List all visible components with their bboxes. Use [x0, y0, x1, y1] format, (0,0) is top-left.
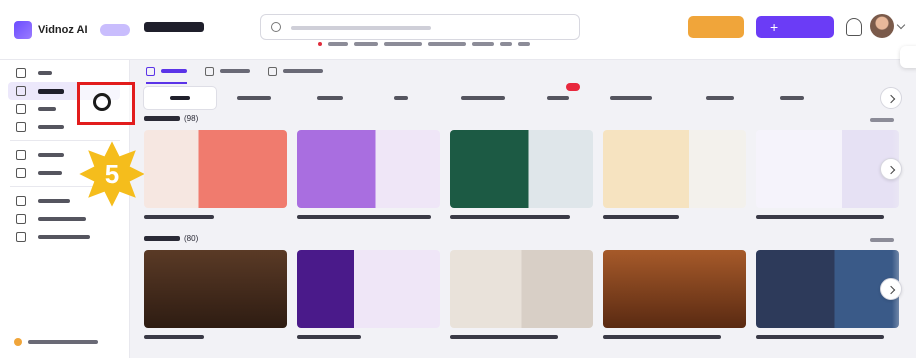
template-thumbnail[interactable] — [756, 250, 899, 328]
hint-tag[interactable] — [500, 42, 512, 46]
view-all-link[interactable] — [870, 118, 894, 122]
template-thumbnail[interactable] — [603, 130, 746, 208]
template-thumbnail[interactable] — [297, 250, 440, 328]
view-tabs — [146, 60, 323, 84]
logo-icon — [14, 21, 32, 39]
chevron-down-icon[interactable] — [896, 20, 906, 30]
image-icon — [205, 66, 214, 76]
template-thumbnail[interactable] — [450, 130, 593, 208]
tab-images[interactable] — [205, 60, 250, 82]
template-card[interactable] — [144, 250, 287, 339]
template-icon — [16, 86, 26, 96]
hint-tag[interactable] — [518, 42, 530, 46]
row-scroll-button[interactable] — [880, 158, 902, 180]
upgrade-button[interactable] — [688, 16, 744, 38]
template-card[interactable] — [603, 130, 746, 219]
section-title — [144, 116, 180, 121]
search-input[interactable] — [260, 14, 580, 40]
category-tab[interactable] — [434, 87, 532, 109]
template-card[interactable] — [603, 250, 746, 339]
hint-tag[interactable] — [428, 42, 466, 46]
hint-dot-icon — [318, 42, 322, 46]
avatar[interactable] — [870, 14, 894, 38]
template-thumbnail[interactable] — [603, 250, 746, 328]
grid-icon — [146, 66, 155, 76]
search-hint-tags — [318, 42, 530, 46]
template-card[interactable] — [450, 130, 593, 219]
translate-icon — [16, 214, 26, 224]
category-tab[interactable] — [678, 87, 762, 109]
category-tab[interactable] — [532, 83, 584, 109]
template-thumbnail[interactable] — [756, 130, 899, 208]
sidebar-item[interactable] — [8, 228, 120, 246]
hint-tag[interactable] — [384, 42, 422, 46]
category-tab[interactable] — [368, 87, 434, 109]
template-card[interactable] — [756, 250, 899, 339]
view-all-link[interactable] — [870, 238, 894, 242]
search-icon — [271, 22, 281, 32]
template-thumbnail[interactable] — [450, 250, 593, 328]
template-card[interactable] — [450, 250, 593, 339]
sidebar-item[interactable] — [8, 64, 120, 82]
video-icon — [16, 122, 26, 132]
main-content: (98) (80) — [136, 60, 916, 358]
category-tab-active[interactable] — [144, 87, 216, 109]
document-icon — [16, 232, 26, 242]
create-video-button[interactable]: + — [756, 16, 834, 38]
category-tab[interactable] — [292, 87, 368, 109]
hint-tag[interactable] — [328, 42, 348, 46]
new-badge — [566, 83, 580, 91]
template-thumbnail[interactable] — [144, 250, 287, 328]
hint-tag[interactable] — [472, 42, 494, 46]
folder-icon — [16, 104, 26, 114]
app-window: Vidnoz AI + 5 (98) (80) — [0, 0, 916, 358]
category-tab[interactable] — [584, 87, 678, 109]
voice-icon — [16, 168, 26, 178]
chevron-right-icon — [886, 165, 896, 175]
template-thumbnail[interactable] — [144, 130, 287, 208]
tab-templates[interactable] — [146, 60, 187, 84]
row-scroll-button[interactable] — [880, 278, 902, 300]
logo-text: Vidnoz AI — [38, 24, 88, 36]
avatar-icon — [16, 150, 26, 160]
sidebar-footer-link[interactable] — [14, 336, 98, 348]
hint-tag[interactable] — [354, 42, 378, 46]
bell-icon[interactable] — [846, 18, 862, 36]
section-title — [144, 236, 180, 241]
category-tabs — [144, 83, 874, 110]
template-card[interactable] — [756, 130, 899, 219]
category-tab[interactable] — [216, 87, 292, 109]
home-icon — [16, 68, 26, 78]
section-count: (98) — [184, 114, 199, 123]
template-card[interactable] — [144, 130, 287, 219]
category-tab[interactable] — [762, 87, 822, 109]
page-title — [144, 22, 204, 32]
plan-badge — [99, 24, 130, 36]
layout-icon — [268, 66, 277, 76]
template-card[interactable] — [297, 250, 440, 339]
template-thumbnail[interactable] — [297, 130, 440, 208]
template-card[interactable] — [297, 130, 440, 219]
tab-layouts[interactable] — [268, 60, 323, 82]
chevron-right-icon — [886, 285, 896, 295]
top-bar: Vidnoz AI + — [0, 0, 916, 68]
section-count: (80) — [184, 234, 199, 243]
category-scroll-button[interactable] — [880, 87, 902, 109]
ai-tool-icon — [16, 196, 26, 206]
sidebar-item[interactable] — [8, 210, 120, 228]
chevron-right-icon — [886, 94, 896, 104]
search-placeholder — [291, 26, 431, 30]
logo[interactable]: Vidnoz AI — [14, 20, 130, 40]
tutorial-click-marker — [93, 93, 111, 111]
star-icon — [14, 338, 22, 346]
